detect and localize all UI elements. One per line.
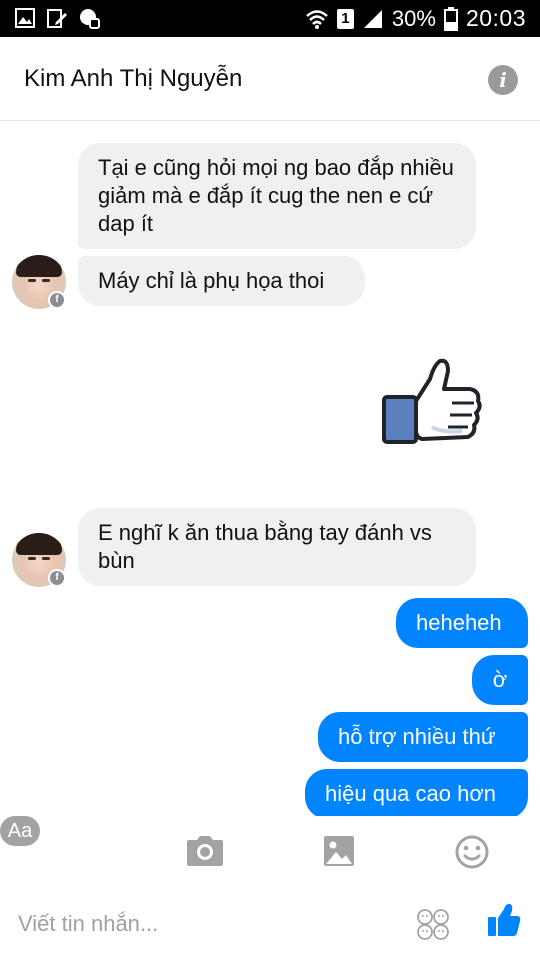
thumbs-up-icon	[382, 358, 482, 444]
message-bubble-outgoing[interactable]: ờ	[472, 655, 528, 705]
info-icon[interactable]: i	[488, 65, 518, 95]
like-sticker[interactable]	[382, 357, 484, 445]
message-composer	[0, 888, 540, 960]
message-bubble-outgoing[interactable]: heheheh	[396, 598, 528, 648]
like-send-icon[interactable]	[486, 902, 522, 938]
wifi-icon	[306, 9, 328, 29]
edit-notification-icon	[47, 9, 67, 28]
sim-slot-indicator: 1	[336, 8, 354, 29]
composer-toolbar: Aa	[0, 816, 540, 888]
contact-name[interactable]: Kim Anh Thị Nguyễn	[24, 65, 242, 93]
gallery-notification-icon	[15, 8, 35, 28]
security-notification-icon	[80, 9, 100, 29]
message-bubble-outgoing[interactable]: hiệu qua cao hơn	[305, 769, 528, 816]
conversation-header: Kim Anh Thị Nguyễn i	[0, 37, 540, 121]
gallery-icon[interactable]	[320, 834, 360, 868]
message-thread[interactable]: Tại e cũng hỏi mọi ng bao đắp nhiều giảm…	[0, 121, 540, 816]
message-bubble-incoming[interactable]: Tại e cũng hỏi mọi ng bao đắp nhiều giảm…	[78, 143, 476, 249]
message-bubble-incoming[interactable]: E nghĩ k ăn thua bằng tay đánh vs bùn	[78, 508, 476, 586]
emoji-icon[interactable]	[452, 832, 492, 872]
battery-icon	[443, 6, 458, 31]
battery-percent: 30%	[391, 5, 436, 31]
facebook-badge-icon: f	[48, 291, 66, 309]
stickers-icon[interactable]	[416, 908, 450, 940]
message-bubble-incoming[interactable]: Máy chỉ là phụ họa thoi	[78, 256, 365, 306]
status-bar: 1 30% 20:03	[0, 0, 540, 37]
camera-icon[interactable]	[185, 834, 225, 868]
signal-icon	[363, 9, 382, 28]
message-input[interactable]	[18, 906, 398, 942]
text-format-button[interactable]: Aa	[0, 816, 40, 846]
message-bubble-outgoing[interactable]: hỗ trợ nhiều thứ	[318, 712, 528, 762]
facebook-badge-icon: f	[48, 569, 66, 587]
clock: 20:03	[465, 5, 526, 31]
